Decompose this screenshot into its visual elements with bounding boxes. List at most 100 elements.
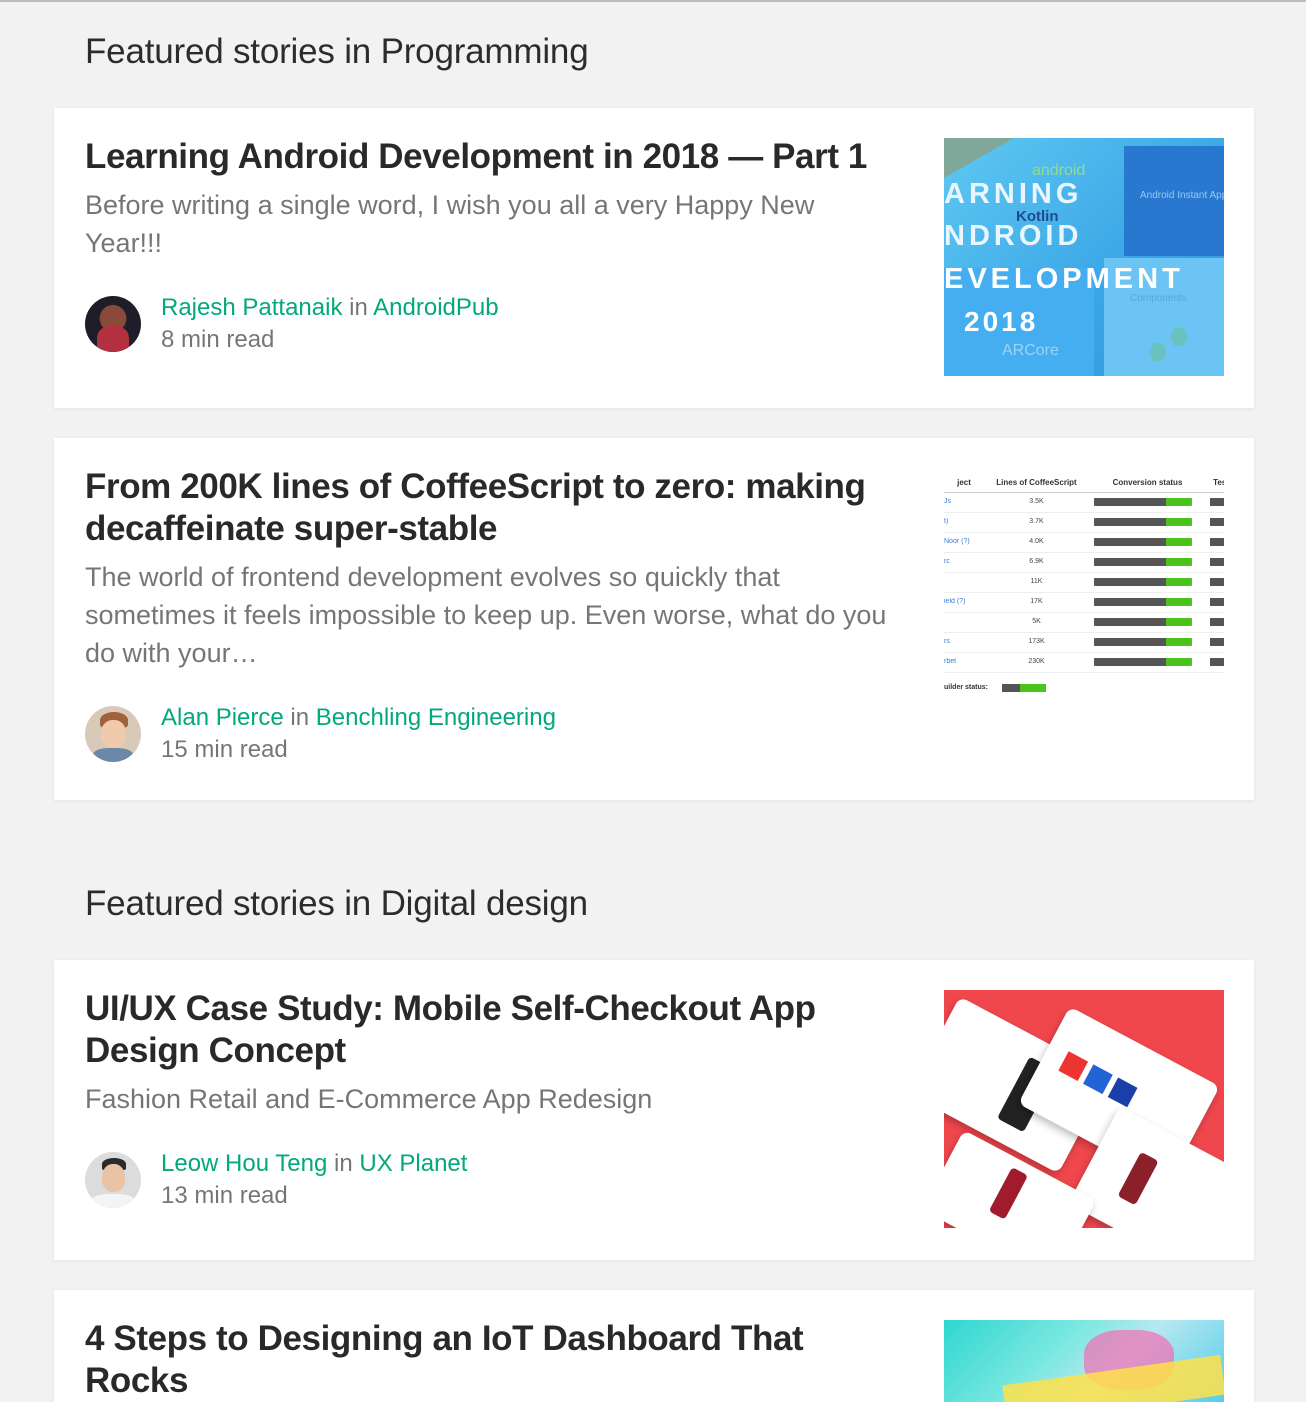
story-meta: Leow Hou Teng in UX Planet 13 min read [85, 1148, 925, 1212]
thumb-text-components: Components [1130, 293, 1187, 304]
status-badge [1094, 598, 1174, 606]
status-badge [1094, 538, 1174, 546]
in-text: in [349, 294, 368, 321]
avatar-shirt [91, 1194, 135, 1208]
test-badge [1210, 518, 1224, 526]
in-text: in [290, 704, 310, 731]
red-tile [1058, 1051, 1089, 1081]
avatar-shirt [97, 326, 129, 352]
table-divider [944, 492, 1224, 493]
author-avatar[interactable] [85, 1152, 141, 1208]
status-badge [1094, 558, 1174, 566]
test-badge [1210, 538, 1224, 546]
table-row-divider [944, 672, 1224, 673]
status-badge-success [1166, 658, 1192, 666]
table-cell-project: Js [944, 498, 951, 505]
thumb-text-development: EVELOPMENT [944, 263, 1184, 295]
table-cell-lines: 230K [1028, 658, 1045, 665]
status-badge-success [1166, 578, 1192, 586]
status-badge-success [1166, 498, 1192, 506]
story-subtitle[interactable]: Before writing a single word, I wish you… [85, 186, 885, 262]
build-badge [1002, 684, 1020, 692]
story-title[interactable]: UI/UX Case Study: Mobile Self-Checkout A… [85, 988, 885, 1072]
table-row-divider [944, 532, 1224, 533]
table-cell-lines: 5K [1032, 618, 1041, 625]
table-header-cell: Conversion status [1112, 478, 1183, 487]
build-badge-success [1020, 684, 1046, 692]
test-badge [1210, 578, 1224, 586]
story-card[interactable]: From 200K lines of CoffeeScript to zero:… [54, 438, 1254, 800]
story-thumbnail[interactable]: android ARNING Kotlin NDROID EVELOPMENT … [944, 138, 1224, 376]
section-title-programming: Featured stories in Programming [85, 32, 589, 71]
status-badge-success [1166, 638, 1192, 646]
author-link[interactable]: Alan Pierce [161, 704, 284, 731]
author-link[interactable]: Leow Hou Teng [161, 1150, 327, 1177]
read-time: 13 min read [161, 1182, 288, 1209]
test-badge [1210, 658, 1224, 666]
table-row-divider [944, 632, 1224, 633]
table-header-cell: Test [1213, 478, 1224, 487]
model-figure [1117, 1151, 1159, 1206]
table-row-divider [944, 572, 1224, 573]
thumb-text-instant-apps: Android Instant Apps [1140, 190, 1224, 201]
story-thumbnail[interactable] [944, 990, 1224, 1228]
status-badge-success [1166, 618, 1192, 626]
status-badge [1094, 638, 1174, 646]
thumb-panel-right [1124, 146, 1224, 256]
story-title[interactable]: From 200K lines of CoffeeScript to zero:… [85, 466, 925, 550]
table-cell-lines: 4.0K [1029, 538, 1044, 545]
story-subtitle[interactable]: Fashion Retail and E-Commerce App Redesi… [85, 1080, 925, 1118]
author-link[interactable]: Rajesh Pattanaik [161, 294, 342, 321]
author-avatar[interactable] [85, 296, 141, 352]
publication-link[interactable]: Benchling Engineering [316, 704, 556, 731]
thumb-text-learning: ARNING [944, 178, 1083, 210]
in-text: in [334, 1150, 353, 1177]
table-row-divider [944, 592, 1224, 593]
story-subtitle[interactable]: The world of frontend development evolve… [85, 558, 905, 672]
thumb-text-year: 2018 [964, 306, 1039, 337]
story-title[interactable]: 4 Steps to Designing an IoT Dashboard Th… [85, 1318, 885, 1402]
status-badge-success [1166, 538, 1192, 546]
status-badge [1094, 578, 1174, 586]
avatar-shirt [93, 748, 133, 762]
story-title[interactable]: Learning Android Development in 2018 — P… [85, 136, 925, 178]
table-cell-lines: 6.9K [1029, 558, 1044, 565]
table-cell-lines: 11K [1030, 578, 1043, 585]
table-cell-project: t) [944, 518, 949, 525]
publication-link[interactable]: AndroidPub [373, 294, 498, 321]
story-meta: Alan Pierce in Benchling Engineering 15 … [85, 702, 925, 766]
table-cell-project: ield (?) [944, 598, 966, 605]
build-status-label: uilder status: [944, 684, 988, 691]
story-thumbnail[interactable]: ject Lines of CoffeeScript Conversion stat… [944, 476, 1224, 714]
test-badge [1210, 638, 1224, 646]
avatar-face [102, 1164, 125, 1192]
story-thumbnail[interactable] [944, 1320, 1224, 1402]
status-badge [1094, 498, 1174, 506]
story-card[interactable]: Learning Android Development in 2018 — P… [54, 108, 1254, 408]
author-avatar[interactable] [85, 706, 141, 762]
section-title-digital-design: Featured stories in Digital design [85, 884, 588, 923]
table-cell-lines: 173K [1028, 638, 1045, 645]
thumb-text-android-big: NDROID [944, 220, 1083, 252]
story-card[interactable]: UI/UX Case Study: Mobile Self-Checkout A… [54, 960, 1254, 1260]
table-header-cell: ject [957, 478, 971, 487]
publication-link[interactable]: UX Planet [359, 1150, 467, 1177]
table-row-divider [944, 612, 1224, 613]
table-cell-lines: 17K [1030, 598, 1043, 605]
table-row-divider [944, 512, 1224, 513]
blue-tile [1107, 1077, 1138, 1108]
table-cell-lines: 3.7K [1029, 518, 1044, 525]
status-badge-success [1166, 558, 1192, 566]
status-badge [1094, 518, 1174, 526]
story-card[interactable]: 4 Steps to Designing an IoT Dashboard Th… [54, 1290, 1254, 1402]
table-header-cell: Lines of CoffeeScript [996, 478, 1077, 487]
avatar-face [101, 720, 126, 748]
top-border [0, 0, 1306, 2]
test-badge [1210, 618, 1224, 626]
table-cell-project: rc [944, 558, 950, 565]
table-cell-lines: 3.5K [1029, 498, 1044, 505]
read-time: 8 min read [161, 326, 275, 353]
table-row-divider [944, 652, 1224, 653]
table-cell-project: rbet [944, 658, 957, 665]
blue-tile [1083, 1064, 1113, 1095]
